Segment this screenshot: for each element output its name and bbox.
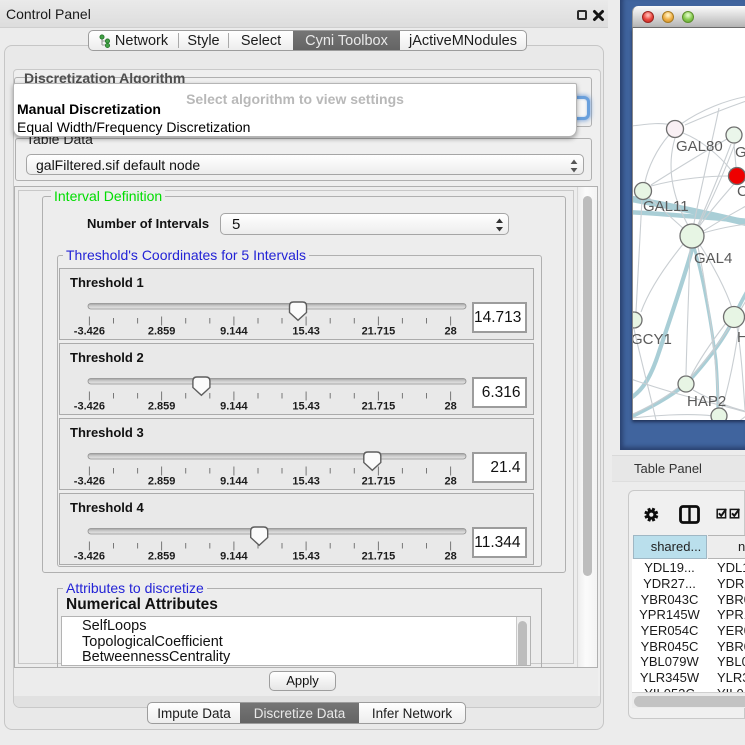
svg-text:28: 28 [444, 401, 456, 413]
svg-text:2.859: 2.859 [148, 326, 176, 338]
svg-text:-3.426: -3.426 [74, 551, 105, 563]
svg-text:2.859: 2.859 [148, 551, 176, 563]
svg-text:2.859: 2.859 [148, 476, 176, 488]
svg-text:HAP2: HAP2 [687, 393, 726, 410]
svg-text:-3.426: -3.426 [74, 476, 105, 488]
svg-text:2.859: 2.859 [148, 401, 176, 413]
svg-text:21.715: 21.715 [362, 476, 396, 488]
svg-text:GAL4: GAL4 [694, 250, 732, 267]
svg-text:21.715: 21.715 [362, 326, 396, 338]
svg-text:9.144: 9.144 [220, 326, 248, 338]
svg-text:H: H [737, 329, 745, 346]
svg-text:28: 28 [444, 326, 456, 338]
svg-text:GAL11: GAL11 [643, 198, 689, 215]
svg-text:CY: CY [737, 183, 745, 200]
svg-text:15.43: 15.43 [292, 476, 320, 488]
svg-text:21.715: 21.715 [362, 401, 396, 413]
svg-text:21.715: 21.715 [362, 551, 396, 563]
svg-text:9.144: 9.144 [220, 401, 248, 413]
svg-text:15.43: 15.43 [292, 326, 320, 338]
svg-text:GAL80: GAL80 [676, 138, 723, 155]
svg-text:28: 28 [444, 476, 456, 488]
svg-text:9.144: 9.144 [220, 476, 248, 488]
svg-text:GCY1: GCY1 [632, 331, 672, 348]
svg-text:-3.426: -3.426 [74, 326, 105, 338]
svg-text:15.43: 15.43 [292, 401, 320, 413]
svg-text:28: 28 [444, 551, 456, 563]
svg-text:-3.426: -3.426 [74, 401, 105, 413]
svg-text:9.144: 9.144 [220, 551, 248, 563]
svg-text:15.43: 15.43 [292, 551, 320, 563]
svg-text:GA: GA [735, 144, 745, 161]
